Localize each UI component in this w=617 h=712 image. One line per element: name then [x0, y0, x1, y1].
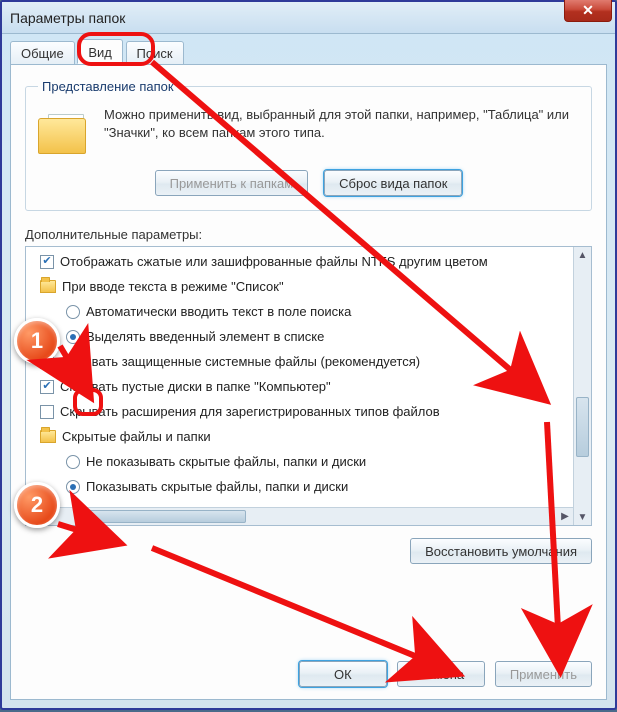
dialog-window: Параметры папок ✕ Общие Вид Поиск Предст… — [0, 0, 617, 710]
annotation-arrows — [2, 2, 617, 712]
